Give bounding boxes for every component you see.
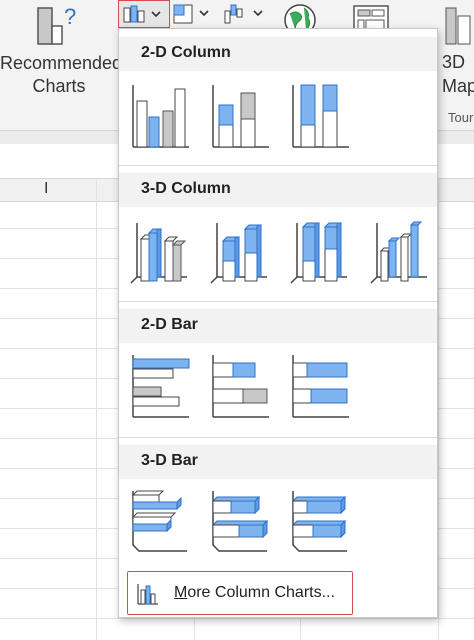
3d-clustered-column-icon bbox=[130, 223, 187, 284]
recommended-charts-button[interactable]: ? Recommended Charts bbox=[0, 0, 123, 128]
more-column-charts-button[interactable]: More Column Charts... bbox=[127, 571, 353, 615]
stacked-column-icon bbox=[212, 85, 269, 148]
section-title-3d-column: 3-D Column bbox=[141, 180, 231, 197]
section-divider bbox=[119, 301, 437, 302]
clustered-column-icon bbox=[132, 85, 189, 148]
hierarchy-chart-icon[interactable] bbox=[172, 3, 212, 25]
section-divider bbox=[119, 437, 437, 438]
3d-clustered-bar-icon bbox=[131, 490, 187, 552]
gridline bbox=[438, 178, 439, 640]
3d-stacked-bar-option[interactable] bbox=[209, 487, 271, 557]
section-2d-column: 2-D Column bbox=[119, 37, 437, 71]
clustered-bar-icon bbox=[132, 355, 190, 418]
column-chart-icon bbox=[137, 584, 158, 605]
100-percent-stacked-column-option[interactable] bbox=[289, 81, 351, 151]
gridline bbox=[96, 178, 97, 640]
section-3d-column: 3-D Column bbox=[119, 173, 437, 207]
3d-map-label-2: Map bbox=[442, 76, 474, 96]
3d-column-icon bbox=[370, 221, 427, 284]
100-percent-stacked-bar-icon bbox=[292, 355, 349, 418]
3d-map-label-1: 3D bbox=[442, 52, 466, 72]
3d-stacked-bar-icon bbox=[211, 491, 269, 552]
3d-map-icon bbox=[445, 7, 471, 45]
3d-100-percent-stacked-bar-option[interactable] bbox=[289, 487, 351, 557]
3d-clustered-column-option[interactable] bbox=[129, 217, 191, 287]
stacked-bar-icon bbox=[212, 355, 269, 418]
gridline bbox=[0, 618, 474, 619]
insert-column-chart-button[interactable] bbox=[118, 0, 170, 28]
recommended-charts-label-2: Charts bbox=[32, 76, 86, 96]
section-3d-bar: 3-D Bar bbox=[119, 445, 437, 479]
stacked-bar-option[interactable] bbox=[209, 351, 271, 421]
waterfall-chart-icon[interactable] bbox=[222, 3, 266, 25]
3d-100-percent-stacked-column-icon bbox=[290, 222, 347, 284]
column-header-i[interactable]: I bbox=[44, 180, 48, 198]
section-title-3d-bar: 3-D Bar bbox=[141, 452, 198, 469]
more-column-charts-text: ore Column Charts... bbox=[187, 584, 335, 601]
column-chart-dropdown: 2-D Column 3-D Column 2-D Bar 3-D Bar Mo… bbox=[118, 28, 438, 618]
100-percent-stacked-column-icon bbox=[292, 84, 349, 148]
section-title-2d-bar: 2-D Bar bbox=[141, 316, 198, 333]
3d-column-option[interactable] bbox=[369, 217, 431, 287]
section-divider bbox=[119, 165, 437, 166]
column-chart-icon bbox=[123, 5, 161, 23]
clustered-column-option[interactable] bbox=[129, 81, 191, 151]
section-2d-bar: 2-D Bar bbox=[119, 309, 437, 343]
tours-group-label: Tour bbox=[448, 110, 474, 125]
3d-100-percent-stacked-column-option[interactable] bbox=[289, 217, 351, 287]
3d-map-button[interactable]: 3D Map bbox=[438, 0, 474, 128]
3d-stacked-column-option[interactable] bbox=[209, 217, 271, 287]
recommended-charts-label-1: Recommended bbox=[0, 53, 123, 73]
100-percent-stacked-bar-option[interactable] bbox=[289, 351, 351, 421]
stacked-column-option[interactable] bbox=[209, 81, 271, 151]
clustered-bar-option[interactable] bbox=[129, 351, 191, 421]
svg-text:?: ? bbox=[64, 4, 76, 29]
section-title-2d-column: 2-D Column bbox=[141, 44, 231, 61]
recommended-charts-icon: ? bbox=[37, 4, 76, 45]
3d-stacked-column-icon bbox=[210, 223, 267, 284]
more-column-charts-accelerator: M bbox=[174, 584, 188, 601]
more-column-charts-label: More Column Charts... bbox=[174, 584, 335, 602]
3d-clustered-bar-option[interactable] bbox=[129, 487, 191, 557]
3d-100-percent-stacked-bar-icon bbox=[291, 491, 347, 552]
